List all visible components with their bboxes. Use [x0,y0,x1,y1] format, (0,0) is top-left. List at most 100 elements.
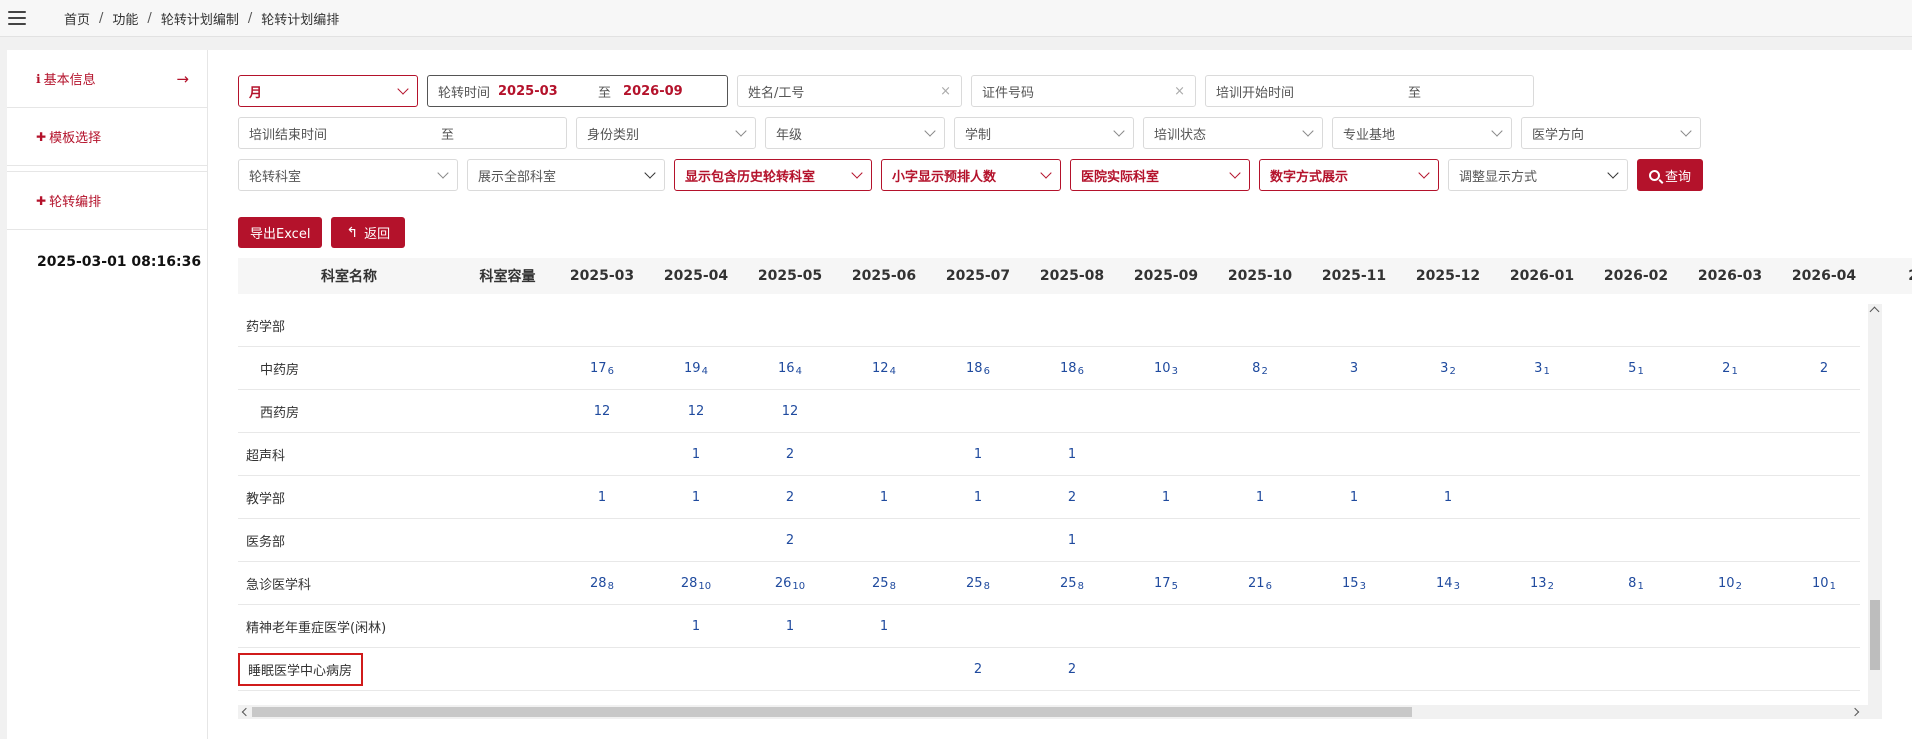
month-count-cell[interactable]: 258 [837,576,931,592]
month-count-cell[interactable]: 1 [931,447,1025,462]
month-count-cell[interactable]: 1 [1401,490,1495,505]
month-count-cell[interactable]: 102 [1683,576,1777,592]
month-count-cell[interactable]: 12 [555,404,649,419]
scroll-right-icon[interactable] [1850,707,1860,717]
breadcrumb-separator: / [147,10,152,26]
month-count-cell[interactable]: 124 [837,361,931,377]
month-count-cell[interactable]: 164 [743,361,837,377]
clear-icon[interactable]: × [940,84,951,99]
export-excel-button[interactable]: 导出Excel [238,217,323,248]
month-count-cell[interactable]: 143 [1401,576,1495,592]
month-count-cell[interactable]: 101 [1777,576,1871,592]
month-count-cell[interactable]: 2 [931,662,1025,677]
month-count-cell[interactable]: 175 [1119,576,1213,592]
history-select[interactable]: 显示包含历史轮转科室 [674,159,872,191]
month-count-cell[interactable]: 1 [837,490,931,505]
duration-select[interactable]: 学制 [954,117,1134,149]
month-count-cell[interactable]: 1 [1025,447,1119,462]
breadcrumb-plan[interactable]: 轮转计划编制 [161,9,239,28]
rotation-dept-select[interactable]: 轮转科室 [238,159,458,191]
month-count-cell[interactable]: 1 [1307,490,1401,505]
month-count-cell[interactable]: 51 [1589,361,1683,377]
vertical-scrollbar[interactable] [1868,304,1882,705]
month-count-cell[interactable]: 32 [1401,361,1495,377]
month-count-cell[interactable]: 186 [931,361,1025,377]
month-count-cell[interactable]: 1 [649,490,743,505]
status-select[interactable]: 培训状态 [1143,117,1323,149]
vertical-scroll-thumb[interactable] [1870,600,1880,670]
month-count-cell[interactable]: 1 [649,619,743,634]
rotation-time-range[interactable]: 轮转时间 2025-03 至 2026-09 [427,75,728,107]
back-button[interactable]: ↰ 返回 [331,217,406,248]
id-number-input[interactable]: 证件号码 × [971,75,1196,107]
sidebar-item-rotation[interactable]: ✚ 轮转编排 [7,172,207,230]
assigned-count: 10 [1154,360,1171,376]
hamburger-menu-icon[interactable] [8,11,26,25]
month-count-cell[interactable]: 82 [1213,361,1307,377]
month-count-cell[interactable]: 1 [931,490,1025,505]
month-count-cell[interactable]: 1 [743,619,837,634]
train-start-range[interactable]: 培训开始时间 至 [1205,75,1534,107]
month-count-cell[interactable]: 194 [649,361,743,377]
month-count-cell[interactable]: 1 [1213,490,1307,505]
horizontal-scrollbar[interactable] [238,705,1882,719]
breadcrumb-home[interactable]: 首页 [64,9,90,28]
month-count-cell[interactable]: 81 [1589,576,1683,592]
month-count-cell[interactable]: 288 [555,576,649,592]
month-count-cell[interactable]: 3 [1307,361,1401,376]
train-end-range[interactable]: 培训结束时间 至 [238,117,567,149]
sidebar-item-basic-info[interactable]: ℹ 基本信息 → [7,50,207,108]
arrow-right-icon[interactable]: → [176,70,189,88]
month-count-cell[interactable]: 1 [555,490,649,505]
assigned-count: 1 [1443,489,1453,505]
month-count-cell[interactable]: 1 [837,619,931,634]
horizontal-scroll-thumb[interactable] [252,707,1412,717]
name-id-input[interactable]: 姓名/工号 × [737,75,962,107]
month-count-cell[interactable]: 2810 [649,576,743,592]
month-count-cell[interactable]: 153 [1307,576,1401,592]
month-count-cell[interactable]: 31 [1495,361,1589,377]
month-count-cell[interactable]: 2 [743,533,837,548]
month-count-cell[interactable]: 258 [931,576,1025,592]
period-select[interactable]: 月 [238,75,418,107]
scroll-up-icon[interactable] [1869,306,1880,317]
month-count-cell[interactable]: 176 [555,361,649,377]
actual-dept-select[interactable]: 医院实际科室 [1070,159,1250,191]
grade-select[interactable]: 年级 [765,117,945,149]
month-count-cell[interactable]: 2610 [743,576,837,592]
breadcrumb-function[interactable]: 功能 [112,9,138,28]
direction-select[interactable]: 医学方向 [1521,117,1701,149]
month-count-cell[interactable]: 2 [1025,662,1119,677]
scroll-left-icon[interactable] [241,707,251,717]
month-count-cell[interactable]: 1 [649,447,743,462]
assigned-count: 12 [593,403,611,419]
month-count-cell[interactable]: 1 [1119,490,1213,505]
month-count-cell[interactable]: 2 [1777,361,1871,376]
month-count-cell[interactable]: 2 [743,447,837,462]
month-count-cell[interactable]: 258 [1025,576,1119,592]
month-count-cell[interactable]: 103 [1119,360,1213,377]
sidebar-item-template[interactable]: ✚ 模板选择 [7,108,207,166]
month-count-cell[interactable]: 132 [1495,576,1589,592]
query-button[interactable]: 查询 [1637,159,1704,191]
range-start-input[interactable]: 2025-03 [498,84,598,99]
identity-select[interactable]: 身份类别 [576,117,756,149]
month-count-cell[interactable]: 1 [1025,533,1119,548]
adjust-select[interactable]: 调整显示方式 [1448,159,1628,191]
sidebar-item-label: 基本信息 [43,73,96,88]
range-end-input[interactable]: 2026-09 [623,84,683,99]
clear-icon[interactable]: × [1174,84,1185,99]
month-count-cell[interactable]: 21 [1683,361,1777,377]
base-select[interactable]: 专业基地 [1332,117,1512,149]
month-count-cell[interactable]: 2 [743,490,837,505]
small-text-select[interactable]: 小字显示预排人数 [881,159,1061,191]
month-count-cell[interactable]: 186 [1025,361,1119,377]
rotation-table: 科室名称 科室容量 2025-03 2025-04 2025-05 2025-06 2025… [238,258,1912,739]
number-mode-select[interactable]: 数字方式展示 [1259,159,1439,191]
month-count-cell[interactable]: 12 [649,404,743,419]
show-all-select[interactable]: 展示全部科室 [467,159,665,191]
month-count-cell[interactable]: 216 [1213,576,1307,592]
pre-assigned-count: 1 [1637,580,1644,592]
month-count-cell[interactable]: 12 [743,404,837,419]
month-count-cell[interactable]: 2 [1025,490,1119,505]
